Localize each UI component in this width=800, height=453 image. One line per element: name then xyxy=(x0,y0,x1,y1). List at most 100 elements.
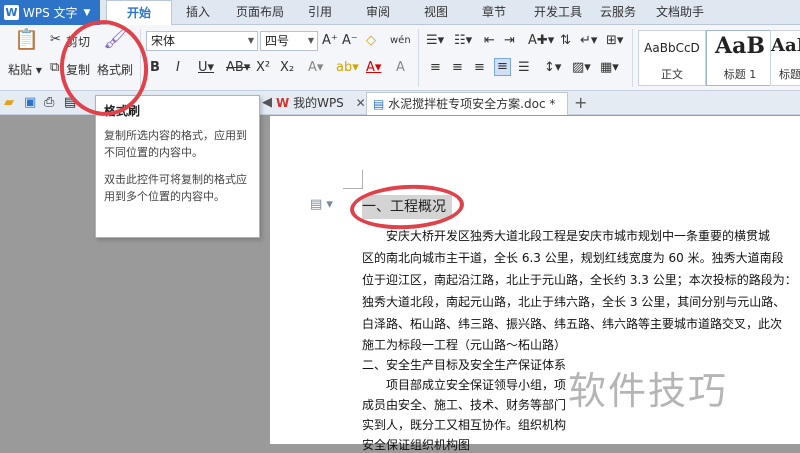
add-tab-icon[interactable]: + xyxy=(574,93,587,112)
tab-view[interactable]: 视图 xyxy=(424,0,448,25)
tab-home[interactable]: 开始 xyxy=(106,0,172,26)
distributed-icon[interactable]: ☰ xyxy=(518,60,530,76)
style-name: 标题 xyxy=(779,68,800,81)
paragraph-line: 独秀大道北段，南起元山路，北止于纬六路，全长 3 公里，其间分别与元山路、 xyxy=(362,295,786,309)
document-map-icon[interactable]: ▤ ▾ xyxy=(310,197,333,212)
paragraph-line: 区的南北向城市主干道，全长 6.3 公里，规划红线宽度为 60 米。独秀大道南段 xyxy=(362,251,784,265)
tab-references[interactable]: 引用 xyxy=(308,0,332,25)
style-sample: AaBbCcD xyxy=(644,41,700,55)
save-icon[interactable]: ▣ xyxy=(24,95,36,110)
document-heading[interactable]: 一、工程概况 xyxy=(362,195,452,219)
strikethrough-icon[interactable]: AB▾ xyxy=(226,60,250,76)
app-menu-button[interactable]: W WPS 文字 ▼ xyxy=(0,0,100,25)
shrink-font-icon[interactable]: A⁻ xyxy=(342,33,358,49)
phonetic-guide-icon[interactable]: wén xyxy=(390,33,411,49)
style-sample: AaB xyxy=(771,35,800,56)
tab-cloud[interactable]: 云服务 xyxy=(600,0,636,25)
app-title: WPS 文字 xyxy=(23,6,78,20)
brush-icon[interactable]: 🖌 xyxy=(103,28,128,48)
copy-button[interactable]: 复制 xyxy=(66,61,90,78)
bullet-list-icon[interactable]: ☰▾ xyxy=(426,33,444,49)
tab-developer[interactable]: 开发工具 xyxy=(534,0,582,25)
cut-button[interactable]: 剪切 xyxy=(66,33,90,50)
tab-insert[interactable]: 插入 xyxy=(186,0,210,25)
italic-icon[interactable]: I xyxy=(176,60,180,76)
format-painter-tooltip: 格式刷 复制所选内容的格式，应用到不同位置的内容中。 双击此控件可将复制的格式应… xyxy=(95,95,260,238)
tab-current-document[interactable]: ▤ 水泥搅拌桩专项安全方案.doc * ✕ xyxy=(366,92,568,133)
wps-logo-icon: W xyxy=(4,5,19,20)
paste-button[interactable]: 粘贴 ▾ xyxy=(8,61,42,78)
tab-sections[interactable]: 章节 xyxy=(482,0,506,25)
divider xyxy=(140,29,141,87)
chevron-down-icon: ▼ xyxy=(247,36,254,45)
char-shading-icon[interactable]: A xyxy=(396,60,405,76)
bold-icon[interactable]: B xyxy=(150,60,160,76)
align-left-icon[interactable]: ≡ xyxy=(430,60,441,76)
paragraph-line: 二、安全生产目标及安全生产保证体系 xyxy=(362,358,567,372)
divider xyxy=(418,29,419,87)
font-color-icon[interactable]: A▾ xyxy=(366,60,381,76)
font-size-value: 四号 xyxy=(265,34,290,48)
borders-icon[interactable]: ▦▾ xyxy=(600,60,619,76)
paragraph-line: 白泽路、柘山路、纬三路、振兴路、纬五路、纬六路等主要城市道路交叉，此次 xyxy=(362,317,783,331)
paragraph-line: 项目部成立安全保证领导小组，项 xyxy=(386,378,567,392)
format-painter-button[interactable]: 格式刷 xyxy=(97,61,133,78)
sort-icon[interactable]: ⇅ xyxy=(560,33,571,49)
paragraph-line: 安全保证组织机构图 xyxy=(362,438,471,452)
table-border-icon[interactable]: ⊞▾ xyxy=(606,33,623,49)
font-size-select[interactable]: 四号 ▼ xyxy=(260,31,318,51)
tooltip-title: 格式刷 xyxy=(104,104,141,118)
paragraph-line: 成员由安全、施工、技术、财务等部门 xyxy=(362,398,567,412)
tab-label: 水泥搅拌桩专项安全方案.doc * xyxy=(388,97,556,111)
tab-review[interactable]: 审阅 xyxy=(366,0,390,25)
align-center-icon[interactable]: ≡ xyxy=(452,60,463,76)
text-effect-icon[interactable]: A▾ xyxy=(308,60,323,76)
justify-icon[interactable]: ≡ xyxy=(494,58,511,76)
margin-marker xyxy=(362,170,363,188)
paragraph-line: 位于迎江区，南起沿江路，北止于元山路，全长约 3.3 公里；本次投标的路段为： xyxy=(362,273,797,287)
wps-logo-icon: W xyxy=(276,96,290,110)
paragraph-line: 施工为标段一工程（元山路～柘山路） xyxy=(362,338,567,352)
chinese-layout-icon[interactable]: A✚▾ xyxy=(528,33,554,49)
tab-my-wps[interactable]: W 我的WPS ✕ xyxy=(270,92,366,115)
ribbon-home: 📋 粘贴 ▾ ✂ 剪切 ⧉ 复制 🖌 格式刷 宋体 ▼ 四号 ▼ A⁺ A⁻ ◇… xyxy=(0,25,800,91)
underline-icon[interactable]: U▾ xyxy=(198,60,214,76)
paragraph-line: 实到人，既分工又相互协作。组织机构 xyxy=(362,418,567,432)
print-preview-icon[interactable]: ⎙ xyxy=(44,95,54,110)
decrease-indent-icon[interactable]: ⇤ xyxy=(484,33,495,49)
tab-page-layout[interactable]: 页面布局 xyxy=(236,0,284,25)
open-folder-icon[interactable]: ▰ xyxy=(4,95,14,110)
highlight-icon[interactable]: ab▾ xyxy=(336,60,359,76)
scissors-icon[interactable]: ✂ xyxy=(50,32,61,48)
style-heading[interactable]: AaB 标题 xyxy=(770,30,800,86)
style-sample: AaB xyxy=(715,33,765,59)
style-name: 标题 1 xyxy=(723,68,757,81)
grow-font-icon[interactable]: A⁺ xyxy=(322,33,338,49)
style-heading-1[interactable]: AaB 标题 1 xyxy=(706,30,774,86)
paragraph-line: 安庆大桥开发区独秀大道北段工程是安庆市城市规划中一条重要的横贯城 xyxy=(386,229,771,243)
margin-marker xyxy=(343,188,363,189)
show-marks-icon[interactable]: ↵▾ xyxy=(580,33,597,49)
style-normal[interactable]: AaBbCcD 正文 xyxy=(638,30,706,86)
tooltip-text: 双击此控件可将复制的格式应用到多个位置的内容中。 xyxy=(104,173,247,203)
align-right-icon[interactable]: ≡ xyxy=(474,60,485,76)
ribbon-tab-bar: W WPS 文字 ▼ 开始 插入 页面布局 引用 审阅 视图 章节 开发工具 云… xyxy=(0,0,800,26)
line-spacing-icon[interactable]: ↕▾ xyxy=(544,60,561,76)
document-icon: ▤ xyxy=(373,97,385,111)
tooltip-text: 复制所选内容的格式，应用到不同位置的内容中。 xyxy=(104,129,247,159)
style-name: 正文 xyxy=(661,68,683,81)
copy-icon[interactable]: ⧉ xyxy=(50,60,59,76)
superscript-icon[interactable]: X² xyxy=(256,60,270,76)
tab-label: 我的WPS xyxy=(293,96,344,110)
clear-format-icon[interactable]: ◇ xyxy=(366,33,376,49)
chevron-down-icon: ▼ xyxy=(83,7,91,18)
shading-icon[interactable]: ▨▾ xyxy=(572,60,591,76)
numbered-list-icon[interactable]: ☷▾ xyxy=(454,33,472,49)
increase-indent-icon[interactable]: ⇥ xyxy=(504,33,515,49)
tab-doc-assistant[interactable]: 文档助手 xyxy=(656,0,704,25)
close-icon[interactable]: ✕ xyxy=(356,96,366,110)
paste-icon[interactable]: 📋 xyxy=(14,29,39,49)
print-icon[interactable]: ▤ xyxy=(64,95,76,110)
subscript-icon[interactable]: X₂ xyxy=(280,60,294,76)
font-name-select[interactable]: 宋体 ▼ xyxy=(146,31,258,51)
